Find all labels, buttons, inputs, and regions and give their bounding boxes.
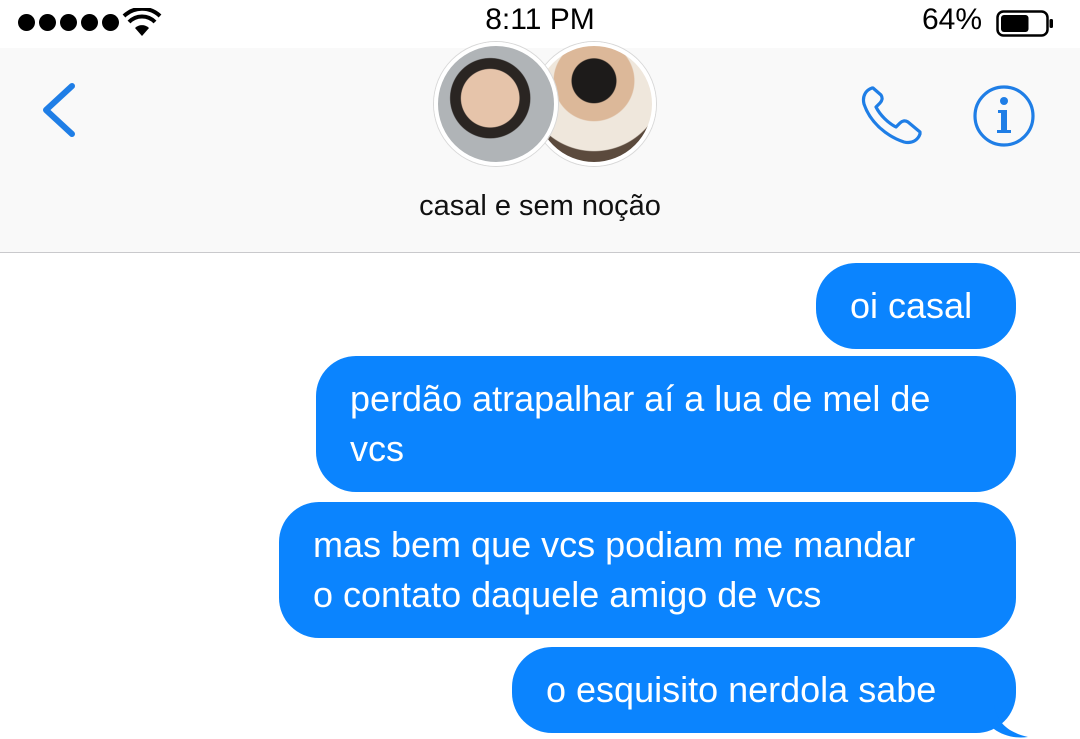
- conversation-header: casal e sem noção: [0, 42, 1080, 253]
- battery-percent: 64%: [921, 3, 982, 36]
- group-member-avatar-1: [434, 42, 558, 166]
- battery-icon: [996, 10, 1053, 37]
- bubble-tail: [994, 705, 1028, 738]
- info-icon[interactable]: [972, 84, 1036, 148]
- message-bubble-outgoing[interactable]: mas bem que vcs podiam me mandar o conta…: [279, 502, 1016, 638]
- group-name[interactable]: casal e sem noção: [0, 190, 1080, 223]
- message-bubble-outgoing[interactable]: perdão atrapalhar aí a lua de mel de vcs: [316, 356, 1016, 492]
- group-avatars[interactable]: [434, 42, 656, 166]
- message-bubble-outgoing[interactable]: o esquisito nerdola sabe: [512, 647, 1016, 733]
- message-bubble-outgoing[interactable]: oi casal: [816, 263, 1016, 349]
- message-list[interactable]: oi casal perdão atrapalhar aí a lua de m…: [0, 253, 1080, 738]
- chevron-left-icon[interactable]: [34, 78, 84, 142]
- phone-icon[interactable]: [858, 84, 928, 146]
- status-time: 8:11 PM: [485, 3, 595, 36]
- status-bar: 8:11 PM 64%: [0, 0, 1080, 48]
